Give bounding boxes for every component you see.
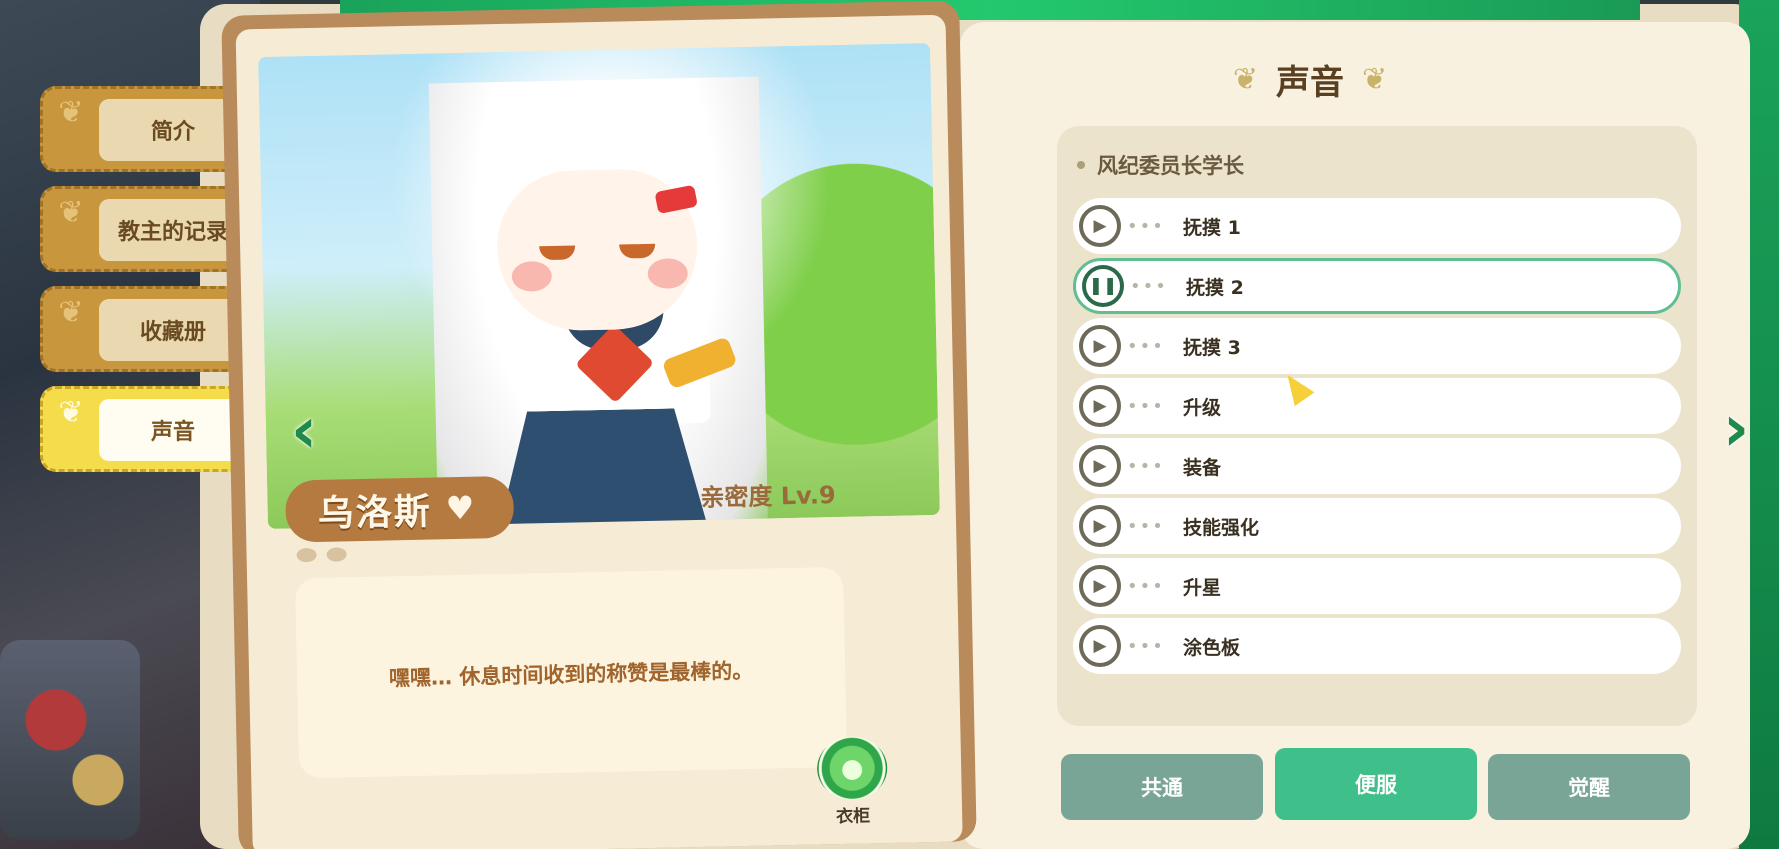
voice-item-label: 技能强化 <box>1183 516 1260 539</box>
wardrobe-icon: ● <box>816 736 888 801</box>
voice-item-label: 抚摸 2 <box>1186 276 1244 299</box>
laurel-left-icon: ❦ <box>1232 61 1258 97</box>
voice-list[interactable]: 风纪委员长学长 ▶ ••• 抚摸 1 ❚❚ ••• 抚摸 2 ▶ ••• 抚摸 … <box>1057 126 1697 726</box>
voice-title: ❦ 声音 ❦ <box>1160 54 1460 104</box>
dots-decoration: ••• <box>1130 275 1168 297</box>
prev-arrow-icon[interactable]: ‹ <box>276 396 332 466</box>
voice-item-label: 装备 <box>1183 456 1222 479</box>
background-rocks <box>0 640 140 840</box>
blush-left <box>511 260 553 292</box>
casual-button[interactable]: 便服 <box>1275 748 1477 820</box>
voice-item[interactable]: ▶ ••• 抚摸 3 <box>1073 318 1681 374</box>
dots-decoration: ••• <box>1127 395 1165 417</box>
tab-label: 声音 <box>99 399 247 461</box>
play-icon[interactable]: ▶ <box>1079 385 1121 427</box>
speech-dots <box>296 547 347 563</box>
voice-item-label: 升星 <box>1183 576 1222 599</box>
blush-right <box>647 258 689 289</box>
bullet-icon <box>1077 161 1085 169</box>
card-inner: 乌洛斯 ♥ 亲密度 Lv.9 嘿嘿… 休息时间收到的称赞是最棒的。 ● 衣柜 <box>235 14 963 849</box>
voice-item-label: 抚摸 3 <box>1183 336 1241 359</box>
play-icon[interactable]: ▶ <box>1079 565 1121 607</box>
section-header-label: 风纪委员长学长 <box>1097 154 1244 178</box>
voice-item[interactable]: ▶ ••• 技能强化 <box>1073 498 1681 554</box>
dots-decoration: ••• <box>1127 515 1165 537</box>
leaf-icon: ❦ <box>58 95 84 130</box>
voice-item[interactable]: ▶ ••• 升级 <box>1073 378 1681 434</box>
leaf-icon: ❦ <box>58 395 84 430</box>
affinity-level: 亲密度 Lv.9 <box>700 481 836 512</box>
character-quote: 嘿嘿… 休息时间收到的称赞是最棒的。 <box>388 658 754 691</box>
leaf-icon: ❦ <box>58 195 84 230</box>
character-name-plate: 乌洛斯 ♥ <box>285 475 515 543</box>
voice-item-label: 升级 <box>1183 396 1222 419</box>
dots-decoration: ••• <box>1127 635 1165 657</box>
leaf-icon: ❦ <box>58 295 84 330</box>
voice-item-label: 涂色板 <box>1183 636 1241 659</box>
voice-item[interactable]: ❚❚ ••• 抚摸 2 <box>1073 258 1681 314</box>
play-icon[interactable]: ▶ <box>1079 445 1121 487</box>
panel-title: 声音 <box>1276 62 1344 103</box>
voice-item[interactable]: ▶ ••• 涂色板 <box>1073 618 1681 674</box>
voice-item[interactable]: ▶ ••• 抚摸 1 <box>1073 198 1681 254</box>
dot <box>326 547 347 562</box>
tab-label: 收藏册 <box>99 299 247 361</box>
voice-item[interactable]: ▶ ••• 升星 <box>1073 558 1681 614</box>
laurel-right-icon: ❦ <box>1362 61 1388 97</box>
awaken-button[interactable]: 觉醒 <box>1488 754 1690 820</box>
character-skirt <box>496 408 708 529</box>
wardrobe-label: 衣柜 <box>835 806 871 828</box>
dots-decoration: ••• <box>1127 575 1165 597</box>
dots-decoration: ••• <box>1127 455 1165 477</box>
character-artwork <box>258 42 940 529</box>
eye-right <box>619 243 656 259</box>
tab-intro[interactable]: ❦ 简介 <box>40 86 252 172</box>
dot <box>296 547 317 563</box>
heart-icon[interactable]: ♥ <box>445 489 474 528</box>
play-icon[interactable]: ▶ <box>1079 325 1121 367</box>
play-icon[interactable]: ▶ <box>1079 205 1121 247</box>
voice-item[interactable]: ▶ ••• 装备 <box>1073 438 1681 494</box>
voice-item-label: 抚摸 1 <box>1183 216 1241 239</box>
common-button[interactable]: 共通 <box>1061 754 1263 820</box>
quote-box: 嘿嘿… 休息时间收到的称赞是最棒的。 <box>295 566 848 779</box>
dots-decoration: ••• <box>1127 215 1165 237</box>
tab-collection[interactable]: ❦ 收藏册 <box>40 286 252 372</box>
character-name: 乌洛斯 <box>317 491 433 535</box>
play-icon[interactable]: ▶ <box>1079 625 1121 667</box>
tab-voice[interactable]: ❦ 声音 <box>40 386 252 472</box>
eye-left <box>539 245 576 261</box>
dots-decoration: ••• <box>1127 335 1165 357</box>
character-card: 乌洛斯 ♥ 亲密度 Lv.9 嘿嘿… 休息时间收到的称赞是最棒的。 ● 衣柜 <box>221 0 977 849</box>
wardrobe-button[interactable]: ● 衣柜 <box>813 736 893 828</box>
next-arrow-icon[interactable]: › <box>1708 394 1764 464</box>
section-header: 风纪委员长学长 <box>1077 150 1244 180</box>
play-icon[interactable]: ▶ <box>1079 505 1121 547</box>
pause-icon[interactable]: ❚❚ <box>1082 265 1124 307</box>
tab-records[interactable]: ❦ 教主的记录 <box>40 186 252 272</box>
